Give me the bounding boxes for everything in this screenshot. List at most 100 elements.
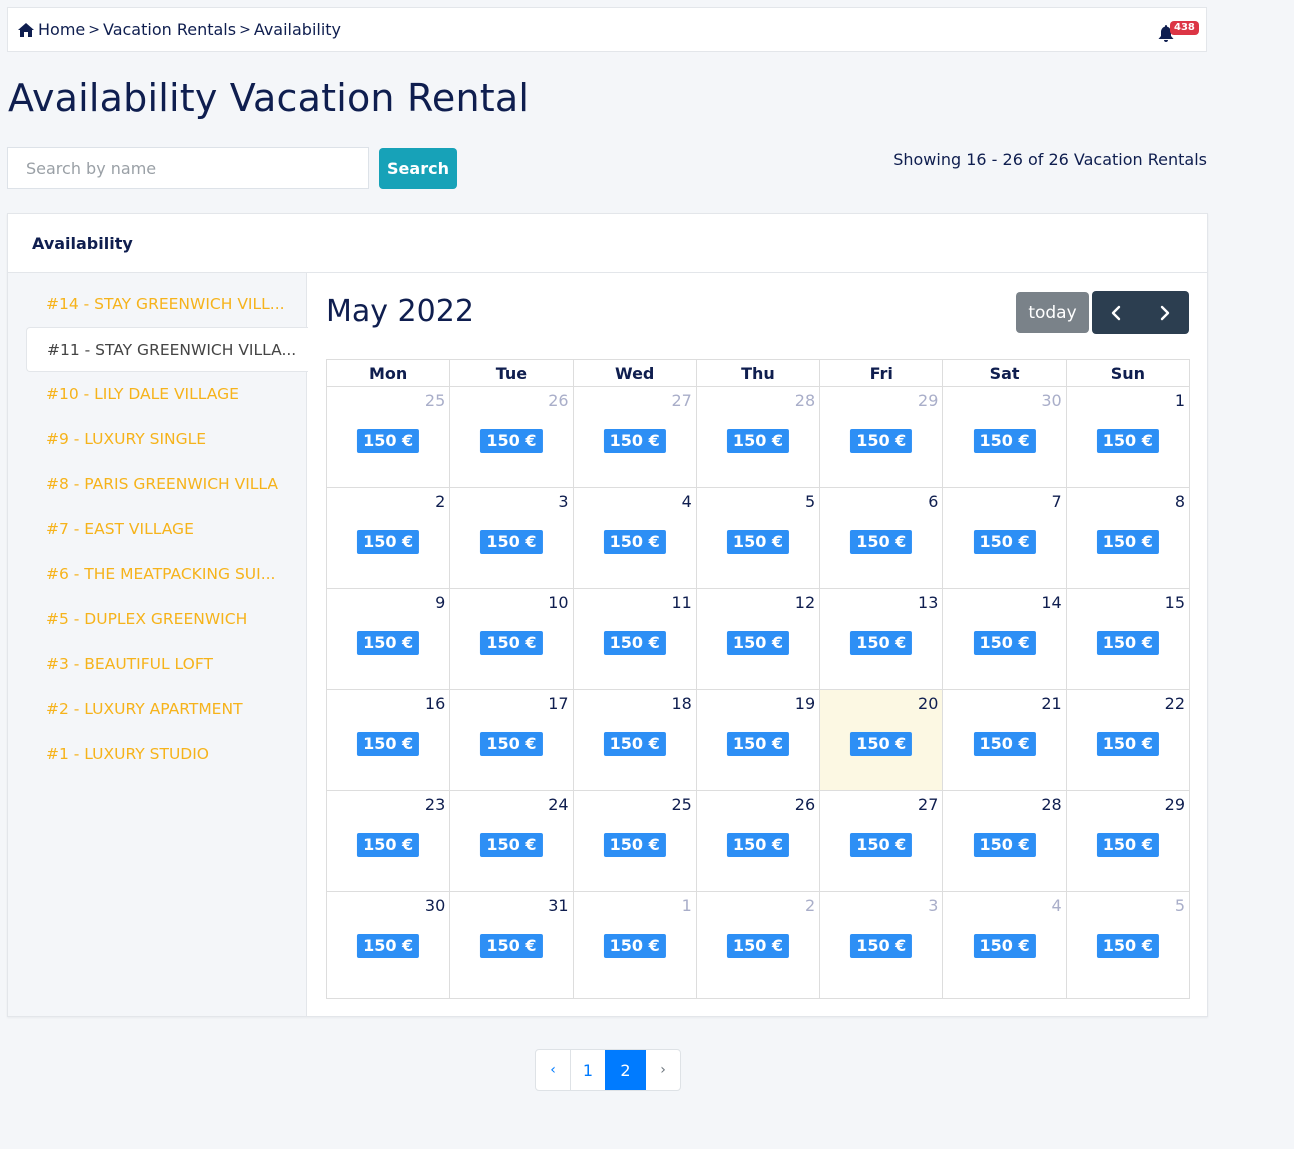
calendar-day[interactable]: 19 150 € — [695, 689, 821, 791]
calendar-day[interactable]: 15 150 € — [1065, 588, 1191, 690]
rental-item[interactable]: #5 - DUPLEX GREENWICH — [26, 597, 307, 642]
next-month-button[interactable] — [1141, 291, 1190, 334]
calendar-day[interactable]: 22 150 € — [1065, 689, 1191, 791]
pagination-page-2-active[interactable]: 2 — [605, 1050, 646, 1090]
price-badge[interactable]: 150 € — [726, 934, 790, 958]
calendar-day[interactable]: 26 150 € — [695, 790, 821, 892]
calendar-day[interactable]: 31 150 € — [449, 891, 574, 999]
calendar-day[interactable]: 1 150 € — [1065, 386, 1191, 488]
rental-item[interactable]: #9 - LUXURY SINGLE — [26, 417, 307, 462]
calendar-day[interactable]: 9 150 € — [325, 588, 451, 690]
pagination-prev[interactable]: ‹ — [536, 1050, 570, 1090]
price-badge[interactable]: 150 € — [973, 530, 1036, 554]
price-badge[interactable]: 150 € — [973, 934, 1036, 958]
price-badge[interactable]: 150 € — [726, 429, 790, 453]
calendar-day-today[interactable]: 20 150 € — [819, 689, 944, 791]
breadcrumb-vacation-rentals[interactable]: Vacation Rentals — [103, 20, 236, 39]
calendar-day[interactable]: 2 150 € — [325, 487, 451, 589]
price-badge[interactable]: 150 € — [973, 833, 1036, 857]
calendar-day[interactable]: 8 150 € — [1065, 487, 1191, 589]
calendar-day[interactable]: 3 150 € — [449, 487, 574, 589]
calendar-day[interactable]: 13 150 € — [819, 588, 944, 690]
price-badge[interactable]: 150 € — [603, 732, 666, 756]
rental-item[interactable]: #3 - BEAUTIFUL LOFT — [26, 642, 307, 687]
calendar-day[interactable]: 17 150 € — [449, 689, 574, 791]
price-badge[interactable]: 150 € — [726, 631, 790, 655]
calendar-day[interactable]: 5 150 € — [1065, 891, 1191, 999]
calendar-day[interactable]: 23 150 € — [325, 790, 451, 892]
rental-item[interactable]: #10 - LILY DALE VILLAGE — [26, 372, 307, 417]
price-badge[interactable]: 150 € — [480, 833, 543, 857]
calendar-day[interactable]: 25 150 € — [572, 790, 697, 892]
search-button[interactable]: Search — [379, 148, 457, 189]
calendar-day[interactable]: 28 150 € — [942, 790, 1067, 892]
rental-item[interactable]: #6 - THE MEATPACKING SUI... — [26, 552, 307, 597]
calendar-day[interactable]: 27 150 € — [572, 386, 697, 488]
price-badge[interactable]: 150 € — [480, 429, 543, 453]
price-badge[interactable]: 150 € — [357, 833, 420, 857]
calendar-day[interactable]: 18 150 € — [572, 689, 697, 791]
notifications-button[interactable]: 438 — [1154, 16, 1199, 46]
calendar-day[interactable]: 1 150 € — [572, 891, 697, 999]
price-badge[interactable]: 150 € — [603, 530, 666, 554]
calendar-day[interactable]: 4 150 € — [572, 487, 697, 589]
calendar-day[interactable]: 5 150 € — [695, 487, 821, 589]
calendar-day[interactable]: 2 150 € — [695, 891, 821, 999]
calendar-day[interactable]: 3 150 € — [819, 891, 944, 999]
price-badge[interactable]: 150 € — [480, 631, 543, 655]
rental-item[interactable]: #8 - PARIS GREENWICH VILLA — [26, 462, 307, 507]
rental-item[interactable]: #2 - LUXURY APARTMENT — [26, 687, 307, 732]
calendar-day[interactable]: 24 150 € — [449, 790, 574, 892]
price-badge[interactable]: 150 € — [480, 732, 543, 756]
price-badge[interactable]: 150 € — [850, 934, 913, 958]
price-badge[interactable]: 150 € — [480, 530, 543, 554]
calendar-day[interactable]: 16 150 € — [325, 689, 451, 791]
calendar-day[interactable]: 30 150 € — [325, 891, 451, 999]
price-badge[interactable]: 150 € — [357, 934, 420, 958]
price-badge[interactable]: 150 € — [973, 631, 1036, 655]
rental-item[interactable]: #14 - STAY GREENWICH VILL... — [26, 282, 307, 327]
price-badge[interactable]: 150 € — [726, 732, 790, 756]
price-badge[interactable]: 150 € — [1096, 732, 1159, 756]
price-badge[interactable]: 150 € — [973, 429, 1036, 453]
price-badge[interactable]: 150 € — [603, 833, 666, 857]
price-badge[interactable]: 150 € — [850, 429, 913, 453]
pagination-next[interactable]: › — [646, 1050, 680, 1090]
calendar-day[interactable]: 14 150 € — [942, 588, 1067, 690]
today-button[interactable]: today — [1016, 292, 1089, 333]
search-input[interactable] — [7, 147, 369, 189]
price-badge[interactable]: 150 € — [357, 732, 420, 756]
prev-month-button[interactable] — [1092, 291, 1141, 334]
price-badge[interactable]: 150 € — [850, 530, 913, 554]
rental-item-active[interactable]: #11 - STAY GREENWICH VILLA... — [26, 327, 308, 372]
price-badge[interactable]: 150 € — [850, 732, 913, 756]
price-badge[interactable]: 150 € — [850, 833, 913, 857]
price-badge[interactable]: 150 € — [480, 934, 543, 958]
price-badge[interactable]: 150 € — [1096, 631, 1159, 655]
calendar-day[interactable]: 28 150 € — [695, 386, 821, 488]
price-badge[interactable]: 150 € — [357, 530, 420, 554]
rental-item[interactable]: #1 - LUXURY STUDIO — [26, 732, 307, 777]
price-badge[interactable]: 150 € — [1096, 530, 1159, 554]
calendar-day[interactable]: 6 150 € — [819, 487, 944, 589]
calendar-day[interactable]: 10 150 € — [449, 588, 574, 690]
rental-item[interactable]: #7 - EAST VILLAGE — [26, 507, 307, 552]
price-badge[interactable]: 150 € — [603, 934, 666, 958]
price-badge[interactable]: 150 € — [973, 732, 1036, 756]
price-badge[interactable]: 150 € — [603, 429, 666, 453]
price-badge[interactable]: 150 € — [1096, 934, 1159, 958]
pagination-page-1[interactable]: 1 — [570, 1050, 605, 1090]
price-badge[interactable]: 150 € — [1096, 833, 1159, 857]
calendar-day[interactable]: 29 150 € — [1065, 790, 1191, 892]
breadcrumb-home[interactable]: Home — [38, 20, 85, 39]
calendar-day[interactable]: 27 150 € — [819, 790, 944, 892]
price-badge[interactable]: 150 € — [603, 631, 666, 655]
calendar-day[interactable]: 25 150 € — [325, 386, 451, 488]
calendar-day[interactable]: 29 150 € — [819, 386, 944, 488]
price-badge[interactable]: 150 € — [1096, 429, 1159, 453]
calendar-day[interactable]: 12 150 € — [695, 588, 821, 690]
calendar-day[interactable]: 7 150 € — [942, 487, 1067, 589]
price-badge[interactable]: 150 € — [850, 631, 913, 655]
price-badge[interactable]: 150 € — [357, 631, 420, 655]
price-badge[interactable]: 150 € — [726, 833, 790, 857]
